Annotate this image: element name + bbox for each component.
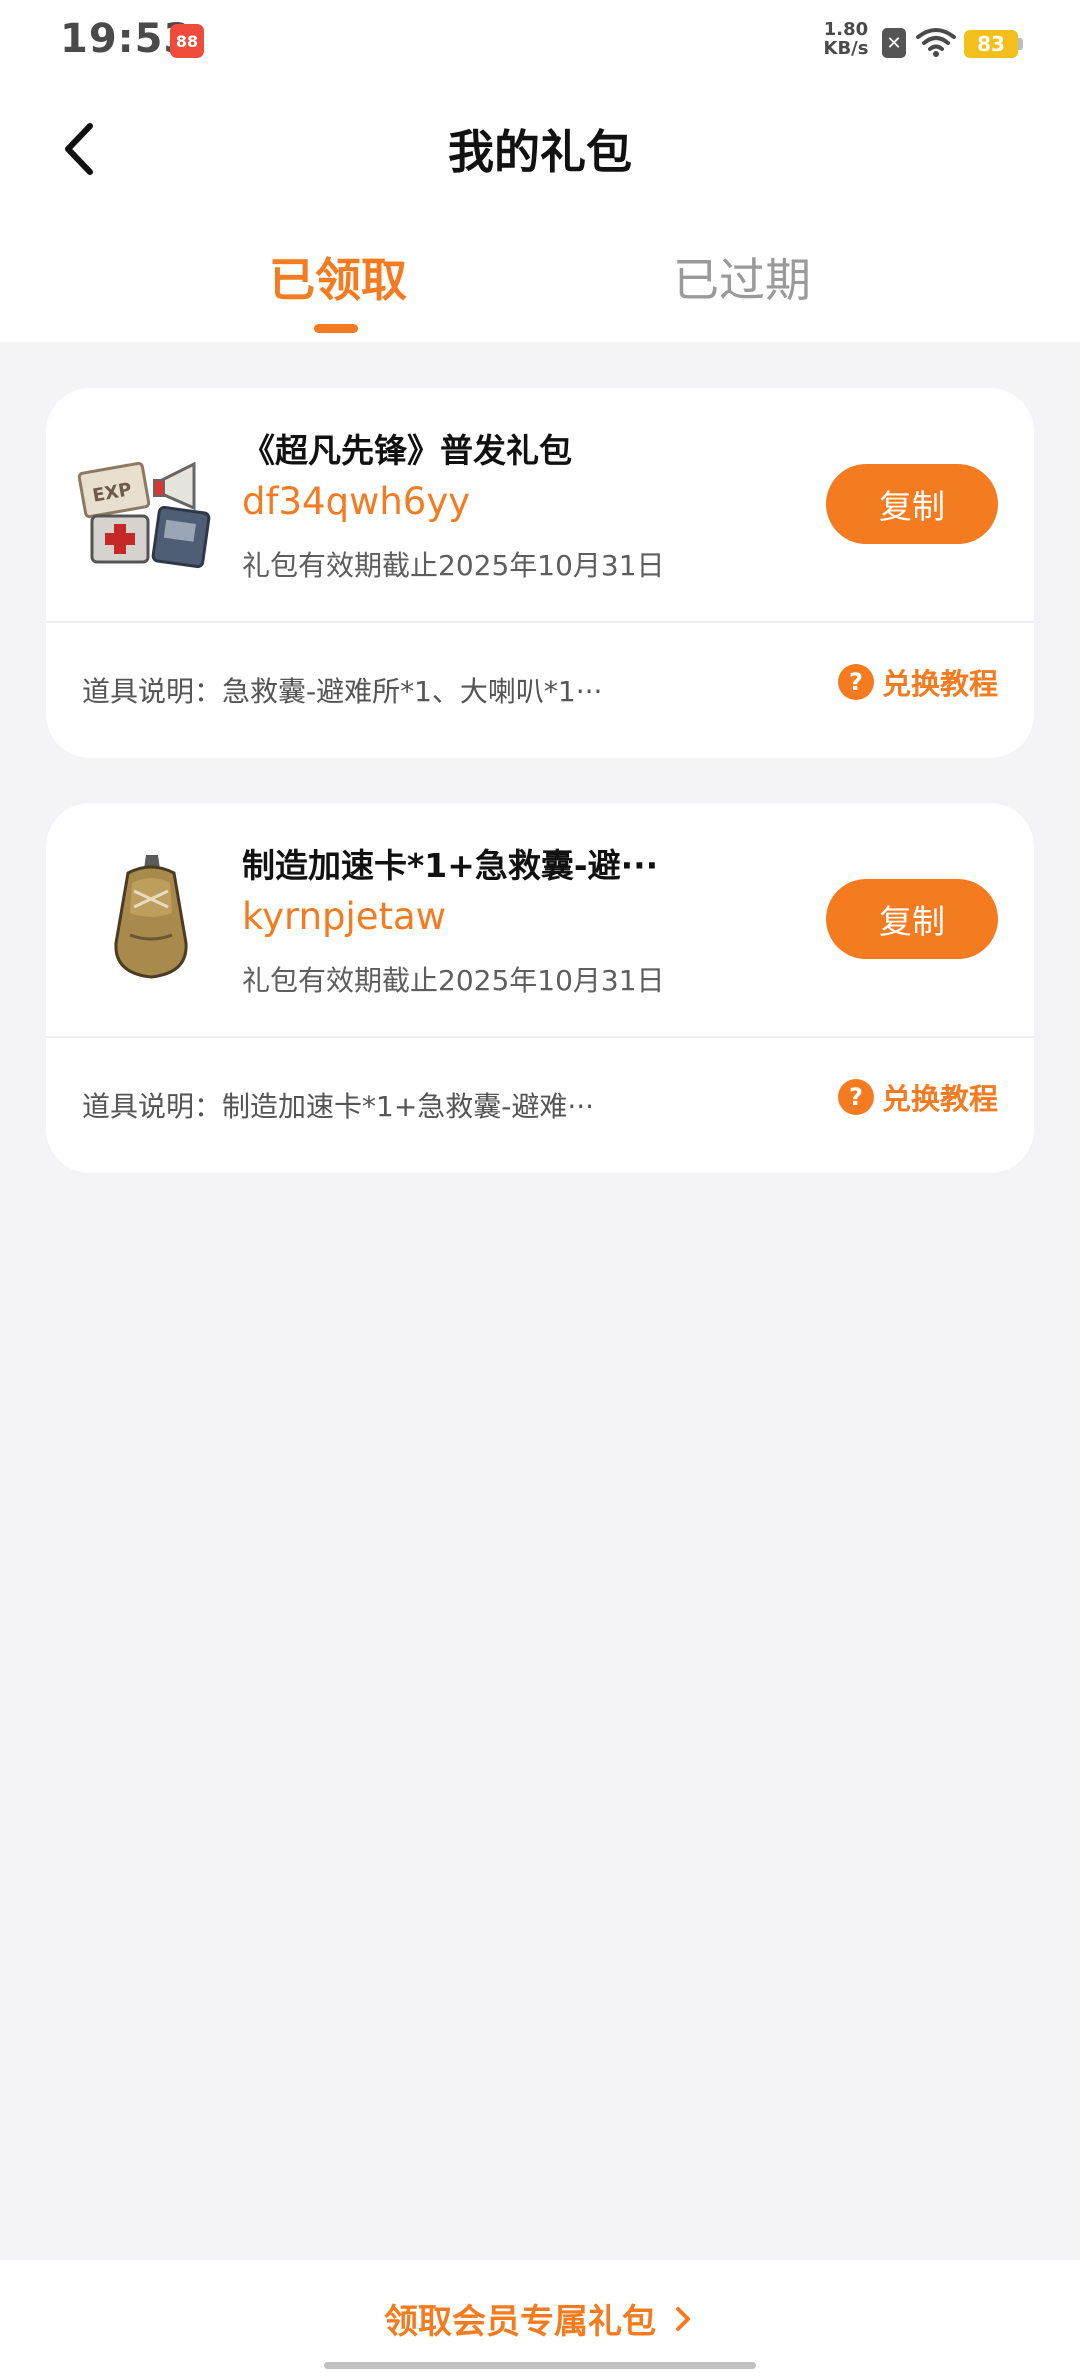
page-title: 我的礼包 xyxy=(448,125,632,179)
redeem-tutorial-link[interactable]: ? 兑换教程 xyxy=(837,1077,998,1117)
divider xyxy=(46,621,1034,623)
item-description: 道具说明：急救囊-避难所*1、大喇叭*1··· xyxy=(82,675,603,708)
no-sim-icon: ✕ xyxy=(882,28,906,58)
item-bundle-image: EXP xyxy=(77,461,211,569)
tab-expired[interactable]: 已过期 xyxy=(592,244,892,310)
redeem-tutorial-label: 兑换教程 xyxy=(881,667,998,701)
gift-code: kyrnpjetaw xyxy=(242,895,446,938)
question-icon: ? xyxy=(837,664,874,700)
aid-pouch-image xyxy=(114,855,188,979)
gift-card: 制造加速卡*1+急救囊-避··· kyrnpjetaw 礼包有效期截止2025年… xyxy=(46,803,1034,1173)
copy-button[interactable]: 复制 xyxy=(826,879,998,959)
gift-name: 制造加速卡*1+急救囊-避··· xyxy=(242,846,659,885)
gift-expiry: 礼包有效期截止2025年10月31日 xyxy=(242,549,665,582)
battery-icon: 83 xyxy=(964,30,1018,58)
network-speed-unit: KB/s xyxy=(823,38,869,59)
wifi-icon xyxy=(916,28,956,57)
network-speed: 1.80 KB/s xyxy=(820,20,872,58)
tab-claimed[interactable]: 已领取 xyxy=(188,244,488,310)
redeem-tutorial-label: 兑换教程 xyxy=(881,1082,998,1116)
battery-tip xyxy=(1018,38,1023,50)
bottom-bar: 领取会员专属礼包 xyxy=(0,2260,1080,2376)
app-badge-icon: 88 xyxy=(170,24,204,58)
gift-expiry: 礼包有效期截止2025年10月31日 xyxy=(242,964,665,997)
status-bar: 19:53 88 1.80 KB/s ✕ 83 xyxy=(0,0,1080,84)
question-icon: ? xyxy=(837,1079,874,1115)
header: 19:53 88 1.80 KB/s ✕ 83 我的礼包 已领取 已过期 xyxy=(0,0,1080,342)
gift-code: df34qwh6yy xyxy=(242,480,471,523)
divider xyxy=(46,1036,1034,1038)
chevron-right-icon xyxy=(676,2306,690,2331)
home-indicator xyxy=(324,2362,756,2369)
gift-card: EXP 《超凡先锋》普发礼包 df34qwh6yy 礼包有效期截止2025年10… xyxy=(46,388,1034,758)
active-tab-indicator xyxy=(314,324,358,333)
member-gift-label: 领取会员专属礼包 xyxy=(384,2302,656,2342)
member-gift-link[interactable]: 领取会员专属礼包 xyxy=(0,2294,1080,2343)
copy-button[interactable]: 复制 xyxy=(826,464,998,544)
item-description: 道具说明：制造加速卡*1+急救囊-避难··· xyxy=(82,1090,595,1123)
gift-name: 《超凡先锋》普发礼包 xyxy=(242,431,572,470)
network-speed-value: 1.80 xyxy=(823,19,869,40)
redeem-tutorial-link[interactable]: ? 兑换教程 xyxy=(837,662,998,702)
